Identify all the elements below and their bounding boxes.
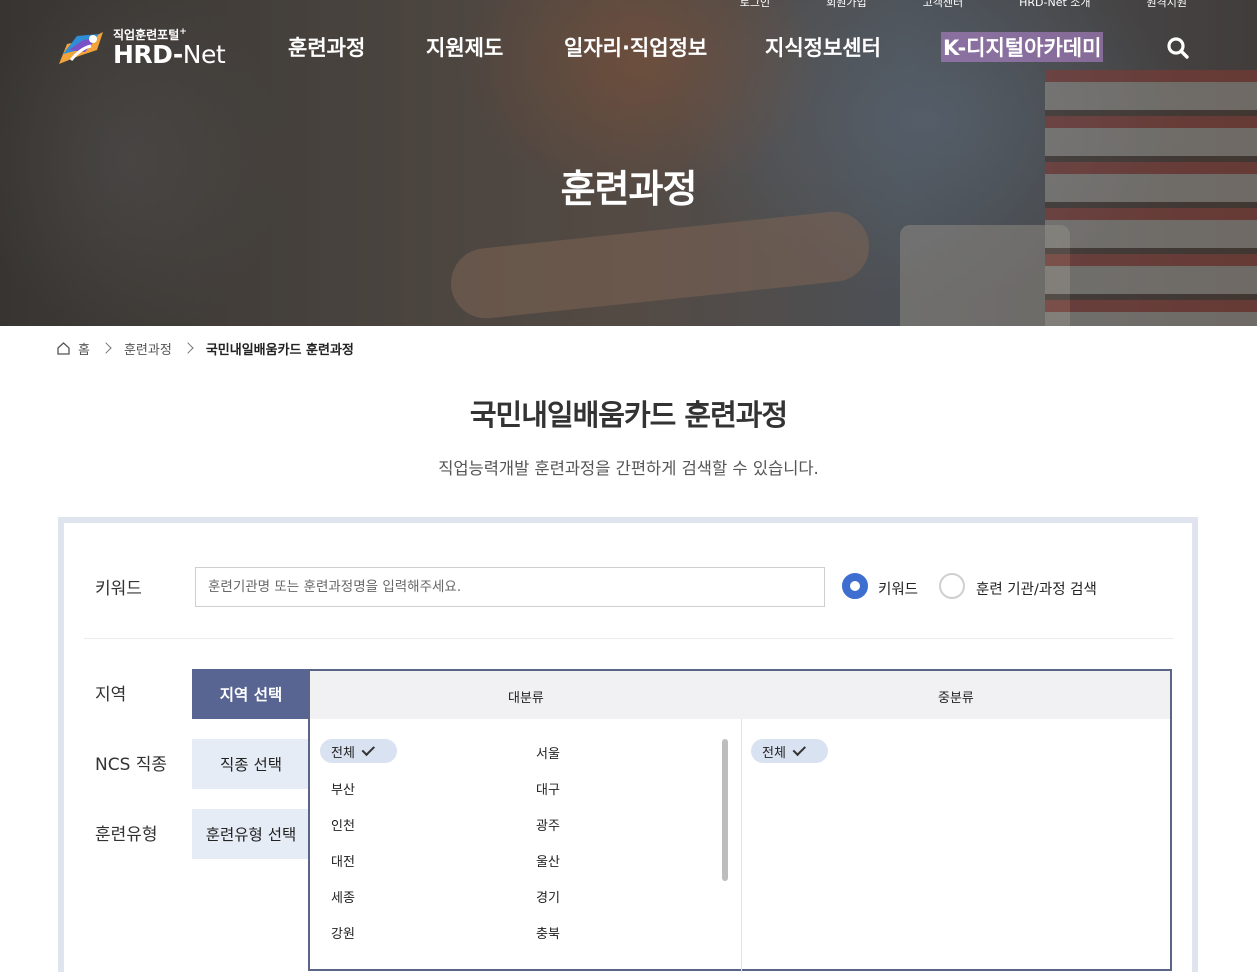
minor-option-all-selected[interactable]: 전체	[751, 739, 828, 763]
chevron-right-icon	[100, 342, 112, 354]
keyword-label: 키워드	[95, 579, 142, 599]
chevron-right-icon	[182, 342, 194, 354]
util-link-about[interactable]: HRD-Net 소개	[1019, 0, 1090, 10]
region-label: 지역	[95, 685, 127, 705]
hero-banner: 로그인 회원가입 고객센터 HRD-Net 소개 원격지원 직업훈련포털+ HR…	[0, 0, 1257, 326]
main-nav: 훈련과정 지원제도 일자리·직업정보 지식정보센터 K-디지털아카데미	[0, 32, 1257, 66]
ncs-select-button[interactable]: 직종 선택	[192, 739, 310, 789]
major-category-title: 대분류	[508, 691, 544, 706]
breadcrumb-current: 국민내일배움카드 훈련과정	[205, 342, 354, 358]
breadcrumb: 홈 훈련과정 국민내일배움카드 훈련과정	[57, 338, 354, 358]
nav-k-digital-academy[interactable]: K-디지털아카데미	[941, 32, 1104, 62]
major-option-all-selected[interactable]: 전체	[320, 739, 397, 763]
ncs-label: NCS 직종	[95, 755, 168, 775]
major-option[interactable]: 서울	[536, 743, 560, 762]
utility-nav: 로그인 회원가입 고객센터 HRD-Net 소개 원격지원	[684, 0, 1187, 10]
hero-title: 훈련과정	[560, 167, 698, 211]
major-option[interactable]: 경기	[536, 887, 560, 906]
nav-support-programs[interactable]: 지원제도	[426, 32, 503, 62]
radio-keyword[interactable]	[842, 573, 868, 599]
keyword-input[interactable]	[195, 567, 825, 607]
divider	[84, 638, 1174, 639]
major-option[interactable]: 대구	[536, 779, 560, 798]
minor-category-title: 중분류	[938, 691, 974, 706]
breadcrumb-section[interactable]: 훈련과정	[124, 339, 172, 358]
radio-institution[interactable]	[939, 573, 965, 599]
chip-label: 전체	[331, 745, 355, 761]
major-option[interactable]: 광주	[536, 815, 560, 834]
util-link-remote-support[interactable]: 원격지원	[1147, 0, 1187, 10]
major-option[interactable]: 인천	[331, 815, 355, 834]
search-icon[interactable]	[1166, 36, 1190, 60]
major-option[interactable]: 대전	[331, 851, 355, 870]
major-option[interactable]: 부산	[331, 779, 355, 798]
util-link-customer-center[interactable]: 고객센터	[923, 0, 963, 10]
training-type-label: 훈련유형	[95, 825, 158, 845]
region-selector: 대분류 중분류 전체 서울 부산 대구 인천 광주 대전 울산 세종 경기 강원…	[308, 669, 1172, 972]
radio-institution-label: 훈련 기관/과정 검색	[976, 582, 1097, 598]
nav-jobs-info[interactable]: 일자리·직업정보	[564, 32, 707, 62]
region-selector-header	[310, 671, 1170, 719]
training-type-select-button[interactable]: 훈련유형 선택	[192, 809, 310, 859]
page-description: 직업능력개발 훈련과정을 간편하게 검색할 수 있습니다.	[438, 459, 819, 478]
column-divider	[741, 719, 742, 972]
major-option[interactable]: 충북	[536, 923, 560, 942]
nav-training-courses[interactable]: 훈련과정	[288, 32, 365, 62]
page-title: 국민내일배움카드 훈련과정	[469, 398, 788, 432]
region-select-button[interactable]: 지역 선택	[192, 669, 310, 719]
breadcrumb-home[interactable]: 홈	[78, 339, 90, 358]
check-icon	[792, 742, 806, 756]
major-option[interactable]: 세종	[331, 887, 355, 906]
major-option[interactable]: 울산	[536, 851, 560, 870]
major-option[interactable]: 강원	[331, 923, 355, 942]
major-list-scrollbar[interactable]	[722, 739, 728, 881]
chip-label: 전체	[762, 745, 786, 761]
home-icon[interactable]	[57, 341, 70, 355]
nav-knowledge-center[interactable]: 지식정보센터	[765, 32, 881, 62]
util-link-signup[interactable]: 회원가입	[826, 0, 866, 10]
util-link-login[interactable]: 로그인	[740, 0, 770, 10]
check-icon	[361, 742, 375, 756]
radio-keyword-label: 키워드	[878, 582, 919, 598]
